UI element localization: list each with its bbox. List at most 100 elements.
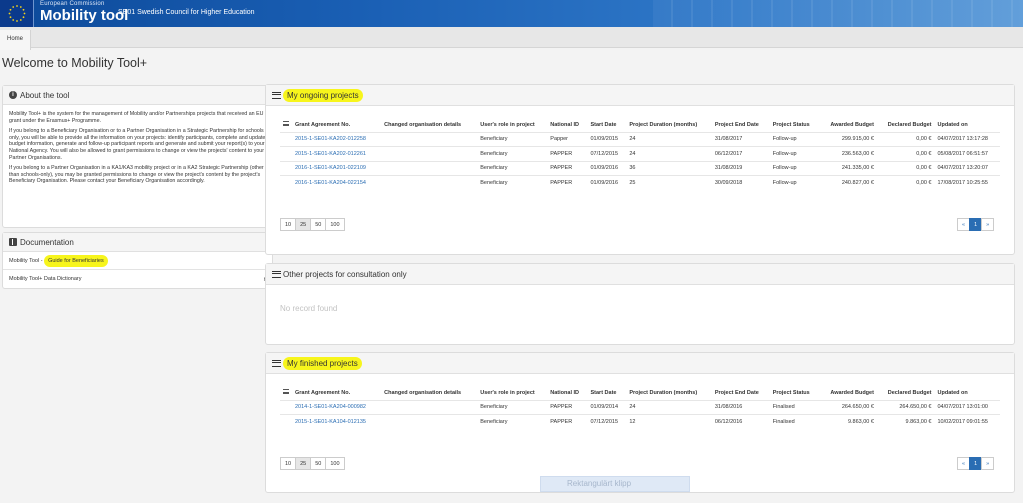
list-icon (272, 91, 281, 99)
table-row[interactable]: 2016-1-SE01-KA201-022109 Beneficiary PAP… (280, 160, 1000, 176)
menu-icon[interactable] (283, 389, 289, 395)
table-cell: 0,00 € (876, 131, 935, 147)
list-icon (272, 270, 281, 278)
home-link[interactable]: Home (0, 30, 32, 50)
column-header[interactable]: User's role in project (477, 386, 547, 400)
next-page-button[interactable]: » (981, 457, 995, 470)
page-size-option[interactable]: 50 (310, 218, 327, 231)
column-menu[interactable] (280, 386, 292, 400)
doc-item-guide[interactable]: Mobility Tool - Guide for Beneficiaries (3, 252, 272, 270)
grant-agreement-link[interactable]: 2015-1-SE01-KA104-012135 (292, 414, 382, 429)
table-cell: Beneficiary (477, 175, 548, 190)
table-cell: 04/07/2017 13:20:07 (934, 160, 1000, 176)
table-cell: 10/02/2017 09:01:55 (934, 414, 1000, 429)
page-size-option[interactable]: 10 (280, 457, 297, 470)
column-header[interactable]: National ID (547, 118, 587, 132)
page-size-option[interactable]: 100 (325, 457, 345, 470)
column-header[interactable]: Project Status (770, 386, 820, 400)
column-header[interactable]: Changed organisation details (381, 386, 477, 400)
table-row[interactable]: 2016-1-SE01-KA204-022154 Beneficiary PAP… (280, 175, 1000, 190)
menu-icon[interactable] (283, 121, 289, 127)
ongoing-projects-title: My ongoing projects (283, 88, 363, 102)
column-header[interactable]: Changed organisation details (381, 118, 477, 132)
page-size-option[interactable]: 10 (280, 218, 297, 231)
table-cell: 01/09/2016 (587, 160, 627, 176)
column-menu[interactable] (280, 118, 292, 132)
table-cell: PAPPER (547, 175, 588, 190)
table-cell: PAPPER (547, 414, 588, 429)
column-header[interactable]: Start Date (588, 118, 627, 132)
table-cell: Beneficiary (477, 414, 548, 429)
table-cell: Follow-up (769, 160, 820, 176)
about-paragraph: If you belong to a Beneficiary Organisat… (9, 128, 266, 161)
book-icon (9, 238, 17, 246)
pagination: « 1 » (957, 218, 995, 231)
page-size-option[interactable]: 25 (295, 457, 312, 470)
table-cell: 31/08/2019 (711, 160, 770, 176)
table-cell: 31/08/2016 (711, 399, 770, 415)
grant-agreement-link[interactable]: 2016-1-SE01-KA204-022154 (292, 175, 382, 190)
grant-agreement-link[interactable]: 2014-1-SE01-KA204-000982 (292, 399, 382, 415)
column-header[interactable]: Start Date (588, 386, 627, 400)
table-cell: 06/12/2017 (711, 146, 770, 161)
column-header[interactable]: Declared Budget (877, 118, 935, 132)
app-name[interactable]: Mobility tool (40, 7, 128, 24)
ongoing-projects-table: Grant Agreement No. Changed organisation… (280, 118, 1000, 190)
guide-link[interactable]: Guide for Beneficiaries (44, 254, 108, 267)
column-header[interactable]: Awarded Budget (820, 386, 877, 400)
table-cell: 236.563,00 € (819, 146, 877, 161)
column-header[interactable]: National ID (547, 386, 587, 400)
column-header[interactable]: Grant Agreement No. (292, 386, 381, 400)
column-header[interactable]: Project Status (770, 118, 820, 132)
page-size-option[interactable]: 25 (295, 218, 312, 231)
no-record-message: No record found (280, 304, 338, 313)
table-header-row: Grant Agreement No. Changed organisation… (280, 386, 1000, 400)
page-size-option[interactable]: 50 (310, 457, 327, 470)
column-header[interactable]: Updated on (935, 118, 1001, 132)
grant-agreement-link[interactable]: 2016-1-SE01-KA201-022109 (292, 160, 382, 176)
column-header[interactable]: Project Duration (months) (626, 118, 712, 132)
column-header[interactable]: User's role in project (477, 118, 547, 132)
column-header[interactable]: Project Duration (months) (626, 386, 712, 400)
table-row[interactable]: 2015-1-SE01-KA202-012261 Beneficiary PAP… (280, 146, 1000, 161)
documentation-title: Documentation (20, 237, 74, 247)
table-cell (381, 414, 478, 429)
table-row[interactable]: 2014-1-SE01-KA204-000982 Beneficiary PAP… (280, 399, 1000, 415)
column-header[interactable]: Declared Budget (877, 386, 935, 400)
column-header[interactable]: Grant Agreement No. (292, 118, 381, 132)
page-size-selector: 10 25 50 100 (280, 457, 345, 470)
page-size-option[interactable]: 100 (325, 218, 345, 231)
page-title: Welcome to Mobility Tool+ (2, 56, 148, 70)
table-cell: 240.827,00 € (819, 175, 877, 190)
doc-item-data-dictionary[interactable]: Mobility Tool+ Data Dictionary › (3, 270, 272, 288)
table-cell: 0,00 € (876, 175, 935, 190)
table-cell: PAPPER (547, 146, 588, 161)
about-paragraph: Mobility Tool+ is the system for the man… (9, 111, 264, 124)
finished-projects-table: Grant Agreement No. Changed organisation… (280, 386, 1000, 429)
page-size-selector: 10 25 50 100 (280, 218, 345, 231)
table-cell: Papper (547, 131, 588, 147)
column-header[interactable]: Awarded Budget (820, 118, 877, 132)
table-cell: 0,00 € (876, 160, 935, 176)
pagination: « 1 » (957, 457, 995, 470)
row-spacer (280, 399, 292, 415)
table-cell: 25 (626, 175, 712, 190)
table-cell: 24 (626, 131, 712, 147)
column-header[interactable]: Project End Date (712, 118, 770, 132)
column-header[interactable]: Project End Date (712, 386, 770, 400)
next-page-button[interactable]: » (981, 218, 995, 231)
row-spacer (280, 414, 292, 429)
column-header[interactable]: Updated on (935, 386, 1001, 400)
documentation-header: Documentation (3, 233, 272, 252)
table-row[interactable]: 2015-1-SE01-KA104-012135 Beneficiary PAP… (280, 414, 1000, 429)
table-cell: 01/09/2015 (587, 131, 627, 147)
grant-agreement-link[interactable]: 2015-1-SE01-KA202-012261 (292, 146, 382, 161)
doc-item-label[interactable]: Mobility Tool+ Data Dictionary (9, 276, 82, 282)
table-cell: Follow-up (769, 146, 820, 161)
grant-agreement-link[interactable]: 2015-1-SE01-KA202-012258 (292, 131, 382, 147)
table-cell: Beneficiary (477, 160, 548, 176)
table-cell: PAPPER (547, 160, 588, 176)
about-panel-header: i About the tool (3, 86, 272, 105)
table-row[interactable]: 2015-1-SE01-KA202-012258 Beneficiary Pap… (280, 131, 1000, 147)
table-cell: 07/12/2015 (587, 414, 627, 429)
